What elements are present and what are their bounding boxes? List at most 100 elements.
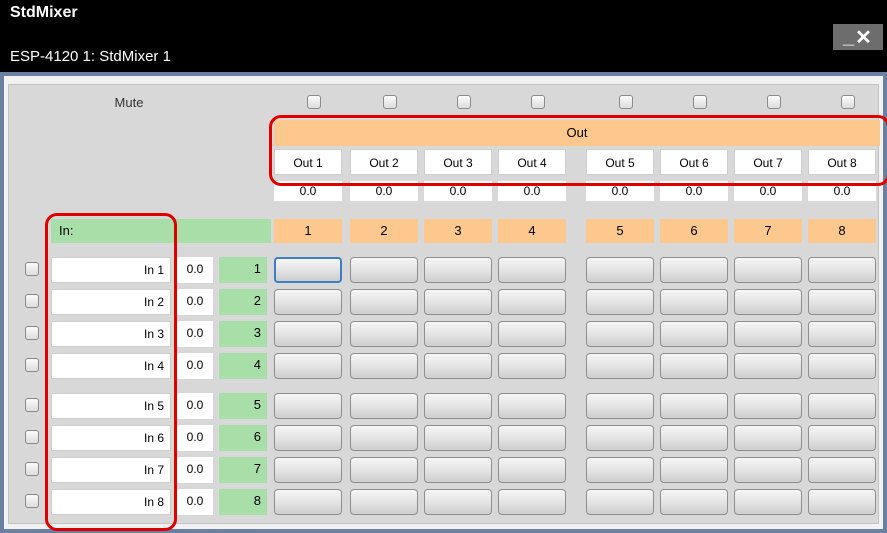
input-number-8: 8 — [219, 489, 267, 515]
crosspoint-button-in6-out4[interactable] — [498, 425, 566, 451]
crosspoint-button-in4-out8[interactable] — [808, 353, 876, 379]
mute-checkbox-in-8[interactable] — [25, 494, 39, 508]
crosspoint-button-in2-out2[interactable] — [350, 289, 418, 315]
crosspoint-button-in7-out1[interactable] — [274, 457, 342, 483]
crosspoint-button-in1-out2[interactable] — [350, 257, 418, 283]
crosspoint-button-in5-out2[interactable] — [350, 393, 418, 419]
crosspoint-button-in4-out7[interactable] — [734, 353, 802, 379]
crosspoint-button-in5-out1[interactable] — [274, 393, 342, 419]
crosspoint-button-in3-out6[interactable] — [660, 321, 728, 347]
crosspoint-button-in7-out6[interactable] — [660, 457, 728, 483]
in-header-fill — [171, 219, 271, 243]
output-gain-7: 0.0 — [734, 181, 802, 201]
crosspoint-button-in3-out4[interactable] — [498, 321, 566, 347]
mute-checkbox-in-4[interactable] — [25, 358, 39, 372]
mute-checkbox-in-5[interactable] — [25, 398, 39, 412]
mute-checkbox-out-7[interactable] — [767, 95, 781, 109]
mute-checkbox-out-4[interactable] — [531, 95, 545, 109]
crosspoint-button-in8-out4[interactable] — [498, 489, 566, 515]
input-gain-6: 0.0 — [177, 425, 213, 451]
crosspoint-button-in6-out3[interactable] — [424, 425, 492, 451]
crosspoint-button-in2-out6[interactable] — [660, 289, 728, 315]
crosspoint-button-in4-out6[interactable] — [660, 353, 728, 379]
mute-checkbox-out-5[interactable] — [619, 95, 633, 109]
crosspoint-button-in7-out5[interactable] — [586, 457, 654, 483]
crosspoint-button-in3-out3[interactable] — [424, 321, 492, 347]
mute-checkbox-in-1[interactable] — [25, 262, 39, 276]
mute-checkbox-in-3[interactable] — [25, 326, 39, 340]
input-number-7: 7 — [219, 457, 267, 483]
input-gain-8: 0.0 — [177, 489, 213, 515]
output-gain-1: 0.0 — [274, 181, 342, 201]
output-name-7: Out 7 — [734, 149, 802, 175]
crosspoint-button-in6-out1[interactable] — [274, 425, 342, 451]
mute-checkbox-out-8[interactable] — [841, 95, 855, 109]
crosspoint-button-in7-out4[interactable] — [498, 457, 566, 483]
crosspoint-button-in4-out2[interactable] — [350, 353, 418, 379]
crosspoint-button-in6-out5[interactable] — [586, 425, 654, 451]
output-name-6: Out 6 — [660, 149, 728, 175]
crosspoint-button-in1-out4[interactable] — [498, 257, 566, 283]
mute-checkbox-in-2[interactable] — [25, 294, 39, 308]
crosspoint-button-in8-out3[interactable] — [424, 489, 492, 515]
crosspoint-button-in2-out5[interactable] — [586, 289, 654, 315]
crosspoint-button-in1-out3[interactable] — [424, 257, 492, 283]
mute-label: Mute — [114, 95, 144, 110]
crosspoint-button-in5-out3[interactable] — [424, 393, 492, 419]
mute-checkbox-in-6[interactable] — [25, 430, 39, 444]
input-gain-7: 0.0 — [177, 457, 213, 483]
crosspoint-button-in7-out3[interactable] — [424, 457, 492, 483]
output-gain-6: 0.0 — [660, 181, 728, 201]
crosspoint-button-in3-out5[interactable] — [586, 321, 654, 347]
mute-checkbox-out-6[interactable] — [693, 95, 707, 109]
crosspoint-button-in5-out4[interactable] — [498, 393, 566, 419]
crosspoint-button-in6-out8[interactable] — [808, 425, 876, 451]
crosspoint-button-in6-out6[interactable] — [660, 425, 728, 451]
crosspoint-button-in1-out5[interactable] — [586, 257, 654, 283]
crosspoint-button-in5-out6[interactable] — [660, 393, 728, 419]
crosspoint-button-in5-out8[interactable] — [808, 393, 876, 419]
input-number-1: 1 — [219, 257, 267, 283]
crosspoint-button-in4-out4[interactable] — [498, 353, 566, 379]
crosspoint-button-in8-out8[interactable] — [808, 489, 876, 515]
crosspoint-button-in3-out1[interactable] — [274, 321, 342, 347]
crosspoint-button-in8-out7[interactable] — [734, 489, 802, 515]
crosspoint-button-in1-out6[interactable] — [660, 257, 728, 283]
crosspoint-button-in1-out1[interactable] — [274, 257, 342, 283]
crosspoint-button-in2-out7[interactable] — [734, 289, 802, 315]
mute-checkbox-out-2[interactable] — [383, 95, 397, 109]
crosspoint-button-in8-out6[interactable] — [660, 489, 728, 515]
crosspoint-button-in8-out5[interactable] — [586, 489, 654, 515]
crosspoint-button-in3-out2[interactable] — [350, 321, 418, 347]
crosspoint-button-in2-out3[interactable] — [424, 289, 492, 315]
mute-checkbox-out-1[interactable] — [307, 95, 321, 109]
mixer-window: StdMixer ESP-4120 1: StdMixer 1 _ ✕ Mute… — [0, 0, 887, 533]
crosspoint-button-in2-out8[interactable] — [808, 289, 876, 315]
crosspoint-button-in3-out7[interactable] — [734, 321, 802, 347]
crosspoint-button-in2-out4[interactable] — [498, 289, 566, 315]
crosspoint-button-in4-out5[interactable] — [586, 353, 654, 379]
crosspoint-button-in4-out3[interactable] — [424, 353, 492, 379]
crosspoint-button-in1-out8[interactable] — [808, 257, 876, 283]
mute-checkbox-in-7[interactable] — [25, 462, 39, 476]
crosspoint-button-in7-out7[interactable] — [734, 457, 802, 483]
crosspoint-button-in1-out7[interactable] — [734, 257, 802, 283]
crosspoint-button-in6-out7[interactable] — [734, 425, 802, 451]
crosspoint-button-in8-out1[interactable] — [274, 489, 342, 515]
crosspoint-button-in6-out2[interactable] — [350, 425, 418, 451]
input-gain-5: 0.0 — [177, 393, 213, 419]
crosspoint-button-in5-out7[interactable] — [734, 393, 802, 419]
crosspoint-button-in2-out1[interactable] — [274, 289, 342, 315]
output-name-4: Out 4 — [498, 149, 566, 175]
mute-checkbox-out-3[interactable] — [457, 95, 471, 109]
crosspoint-button-in7-out2[interactable] — [350, 457, 418, 483]
output-name-8: Out 8 — [808, 149, 876, 175]
crosspoint-button-in4-out1[interactable] — [274, 353, 342, 379]
output-number-1: 1 — [274, 219, 342, 243]
crosspoint-button-in7-out8[interactable] — [808, 457, 876, 483]
crosspoint-button-in5-out5[interactable] — [586, 393, 654, 419]
crosspoint-button-in3-out8[interactable] — [808, 321, 876, 347]
close-icon[interactable]: ✕ — [855, 25, 873, 50]
crosspoint-button-in8-out2[interactable] — [350, 489, 418, 515]
minimize-icon[interactable]: _ — [843, 26, 855, 49]
